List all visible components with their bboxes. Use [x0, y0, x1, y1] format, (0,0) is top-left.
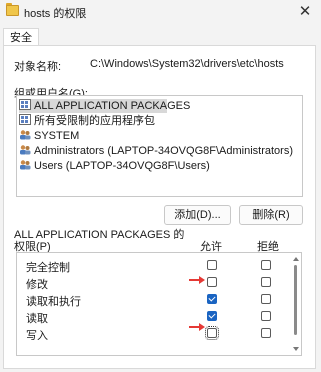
group-icon [19, 144, 31, 155]
permission-name: 写入 [26, 330, 48, 342]
close-button[interactable]: ✕ [295, 1, 315, 21]
user-item-restricted-packages[interactable]: 所有受限制的应用程序包 [19, 114, 155, 128]
deny-checkbox[interactable] [261, 277, 271, 287]
allow-checkbox[interactable] [207, 277, 217, 287]
user-item-users[interactable]: Users (LAPTOP-34OVQG8F\Users) [19, 159, 210, 173]
add-button[interactable]: 添加(D)... [164, 205, 231, 225]
close-icon: ✕ [298, 3, 312, 20]
permission-row-read: 读取 [17, 308, 301, 325]
annotation-arrow-icon [189, 275, 205, 285]
allow-checkbox[interactable] [207, 294, 217, 304]
group-icon [19, 99, 31, 110]
permission-row-read-execute: 读取和执行 [17, 291, 301, 308]
allow-checkbox[interactable] [207, 311, 217, 321]
allow-checkbox[interactable] [205, 326, 219, 340]
deny-checkbox[interactable] [261, 294, 271, 304]
user-item-label: 所有受限制的应用程序包 [34, 115, 155, 127]
user-item-label: SYSTEM [34, 130, 80, 142]
folder-icon [6, 3, 19, 16]
user-item-label: Administrators (LAPTOP-34OVQG8F\Administ… [34, 145, 293, 157]
scroll-down-icon[interactable] [293, 347, 299, 351]
user-item-system[interactable]: SYSTEM [19, 129, 79, 143]
scroll-up-icon[interactable] [293, 257, 299, 261]
group-icon [19, 159, 31, 170]
object-name-value: C:\Windows\System32\drivers\etc\hosts [90, 58, 284, 70]
allow-checkbox[interactable] [207, 260, 217, 270]
deny-checkbox[interactable] [261, 328, 271, 338]
permissions-scrollbar[interactable] [292, 255, 300, 353]
deny-checkbox[interactable] [261, 311, 271, 321]
permission-name: 完全控制 [26, 262, 70, 274]
permission-name: 修改 [26, 279, 48, 291]
group-icon [19, 114, 31, 125]
permission-name: 读取和执行 [26, 296, 81, 308]
permission-row-full-control: 完全控制 [17, 257, 301, 274]
user-item-label: Users (LAPTOP-34OVQG8F\Users) [34, 160, 210, 172]
group-icon [19, 129, 31, 140]
scroll-thumb[interactable] [294, 265, 297, 335]
remove-button[interactable]: 删除(R) [239, 205, 303, 225]
tab-strip: 安全 [0, 24, 321, 47]
user-item-all-app-packages[interactable]: ALL APPLICATION PACKAGES [19, 99, 190, 113]
deny-checkbox[interactable] [261, 260, 271, 270]
permission-name: 读取 [26, 313, 48, 325]
user-list[interactable]: ALL APPLICATION PACKAGES 所有受限制的应用程序包 SYS… [16, 95, 303, 197]
permissions-list: 完全控制 修改 读取和执行 读取 写入 [16, 252, 302, 356]
object-name-label: 对象名称: [14, 61, 62, 73]
user-item-administrators[interactable]: Administrators (LAPTOP-34OVQG8F\Administ… [19, 144, 293, 158]
permission-row-modify: 修改 [17, 274, 301, 291]
permission-row-write: 写入 [17, 325, 301, 342]
title-bar: hosts 的权限 ✕ [0, 0, 321, 24]
window-title: hosts 的权限 [24, 8, 87, 20]
annotation-arrow-icon [189, 322, 205, 332]
user-item-label: ALL APPLICATION PACKAGES [34, 100, 191, 112]
